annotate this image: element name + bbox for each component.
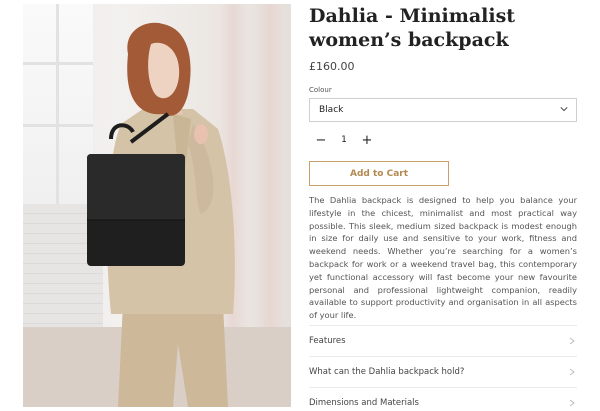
colour-label: Colour xyxy=(309,86,332,94)
quantity-increase-button[interactable]: + xyxy=(360,133,374,147)
quantity-decrease-button[interactable]: − xyxy=(314,133,328,147)
accordion-features[interactable]: Features xyxy=(309,325,577,355)
quantity-stepper[interactable]: − 1 + xyxy=(309,128,379,152)
chevron-right-icon xyxy=(569,368,575,376)
accordion-label: Features xyxy=(309,335,346,346)
quantity-value[interactable]: 1 xyxy=(341,135,347,145)
product-description: The Dahlia backpack is designed to help … xyxy=(309,195,577,321)
colour-selected-value: Black xyxy=(319,105,344,115)
accordion-dimensions[interactable]: Dimensions and Materials xyxy=(309,387,577,411)
accordion-capacity[interactable]: What can the Dahlia backpack hold? xyxy=(309,356,577,386)
chevron-down-icon xyxy=(560,107,568,112)
product-price: £160.00 xyxy=(309,60,355,73)
product-photo[interactable] xyxy=(23,4,291,407)
model-with-backpack xyxy=(87,22,235,407)
product-title: Dahlia - Minimalist women’s backpack xyxy=(309,5,516,51)
chevron-right-icon xyxy=(569,399,575,407)
colour-select[interactable]: Black xyxy=(309,98,577,122)
add-to-cart-button[interactable]: Add to Cart xyxy=(309,161,449,186)
accordion-label: Dimensions and Materials xyxy=(309,397,419,408)
chevron-right-icon xyxy=(569,337,575,345)
accordion-label: What can the Dahlia backpack hold? xyxy=(309,366,465,377)
